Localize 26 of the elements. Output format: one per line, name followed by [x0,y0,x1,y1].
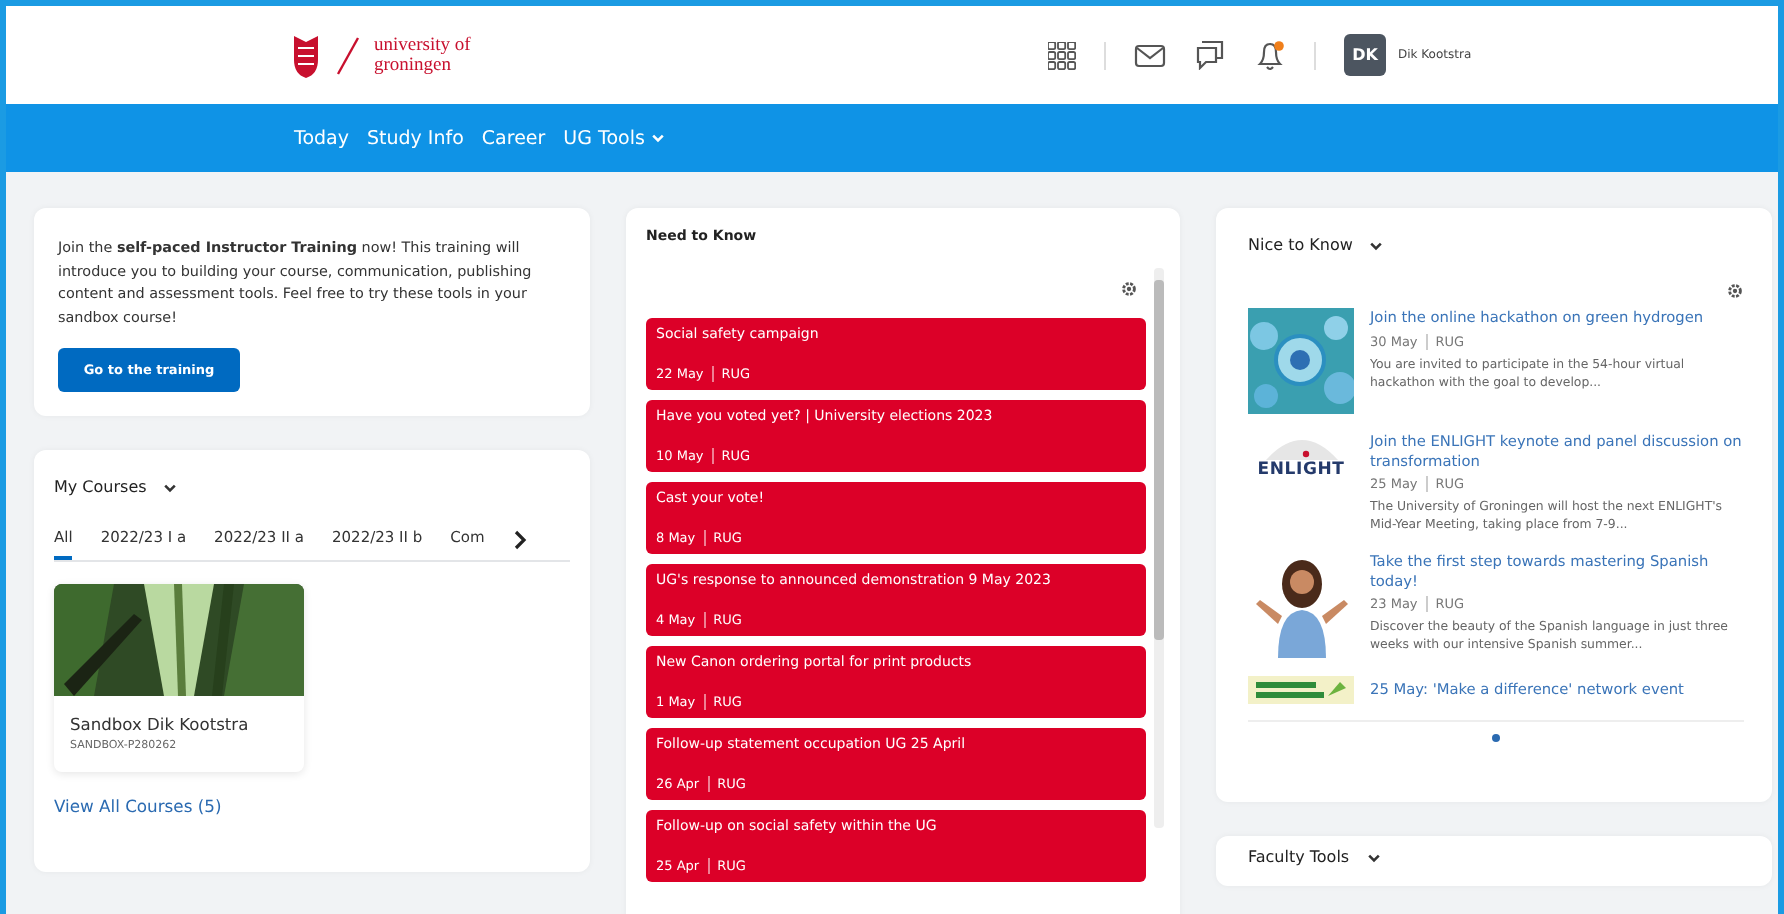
slash-mark [334,35,362,75]
course-name: Sandbox Dik Kootstra [70,714,251,734]
bell-icon[interactable] [1254,39,1286,71]
nav-link[interactable]: UG Tools [563,127,667,149]
chevron-down-icon [1368,237,1385,253]
app-grid-icon[interactable] [1048,41,1076,69]
enlight-logo: ENLIGHT [1248,432,1354,480]
nav-link[interactable]: Study Info [366,127,464,149]
nav-link[interactable]: Career [481,127,546,149]
settings-icon[interactable] [1120,280,1138,298]
mail-icon[interactable] [1134,43,1166,67]
user-avatar[interactable]: DK [1344,34,1386,76]
chevron-right-icon[interactable] [512,529,529,549]
crest-icon [290,31,322,79]
view-all-courses-link[interactable]: View All Courses (5) [54,796,222,816]
chat-icon[interactable] [1194,40,1226,70]
scrollbar[interactable] [1154,268,1164,828]
more-indicator-icon[interactable] [1492,734,1500,742]
settings-icon[interactable] [1726,282,1744,300]
chevron-down-icon [1365,849,1382,865]
faculty-tools-title: Faculty Tools [1248,848,1350,866]
my-courses-title: My Courses [54,478,147,496]
nav-link[interactable]: Today [294,127,349,149]
university-logo-text: university of groningen [374,35,471,75]
nice-to-know-title: Nice to Know [1248,236,1353,254]
chevron-down-icon [162,479,179,495]
